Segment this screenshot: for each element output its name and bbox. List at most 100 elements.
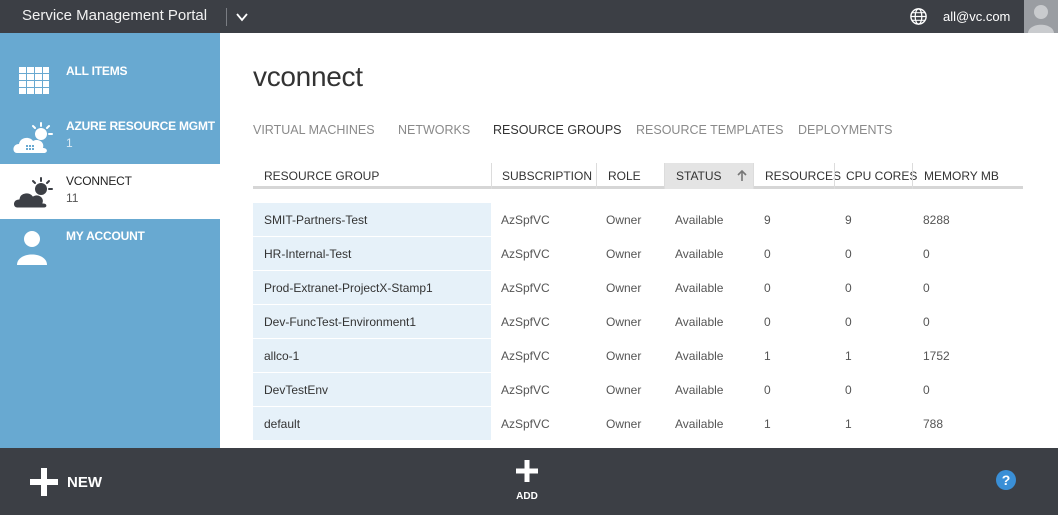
cell-cpu-cores: 0 — [845, 383, 852, 397]
cell-resources: 0 — [764, 383, 771, 397]
help-icon[interactable]: ? — [996, 470, 1016, 490]
cell-resource-group[interactable]: SMIT-Partners-Test — [253, 203, 491, 237]
avatar[interactable] — [1024, 0, 1058, 33]
sidebar-item-label: MY ACCOUNT — [66, 229, 145, 243]
cell-cpu-cores: 0 — [845, 281, 852, 295]
cell-status: Available — [675, 247, 724, 261]
cell-role: Owner — [606, 247, 642, 261]
tab-resource-groups[interactable]: RESOURCE GROUPS — [493, 123, 622, 137]
column-header-role[interactable]: ROLE — [596, 163, 664, 189]
cell-resource-group[interactable]: DevTestEnv — [253, 373, 491, 407]
cell-role: Owner — [606, 213, 642, 227]
cell-subscription: AzSpfVC — [501, 315, 550, 329]
cell-subscription: AzSpfVC — [501, 247, 550, 261]
sidebar-item-all-items[interactable]: ALL ITEMS — [0, 54, 220, 109]
add-button[interactable]: ADD — [508, 458, 546, 504]
sidebar-item-count: 11 — [66, 191, 79, 205]
cell-memory-mb: 0 — [923, 281, 930, 295]
top-bar: Service Management Portal all@vc.com — [0, 0, 1058, 33]
column-header-subscription[interactable]: SUBSCRIPTION — [491, 163, 596, 189]
table-row[interactable]: Prod-Extranet-ProjectX-Stamp1 AzSpfVC Ow… — [253, 271, 1023, 305]
user-avatar-icon — [1028, 5, 1054, 33]
tab-networks[interactable]: NETWORKS — [398, 123, 470, 137]
column-header-memory-mb[interactable]: MEMORY MB — [912, 163, 1023, 189]
column-header-cpu-cores[interactable]: CPU CORES — [834, 163, 917, 189]
cell-cpu-cores: 0 — [845, 247, 852, 261]
sidebar: ALL ITEMS AZURE RESOURCE MGMT 1 VCONNECT… — [0, 33, 220, 448]
tab-deployments[interactable]: DEPLOYMENTS — [798, 123, 892, 137]
cell-resource-group[interactable]: Dev-FuncTest-Environment1 — [253, 305, 491, 339]
page-title: vconnect — [253, 61, 363, 92]
user-email[interactable]: all@vc.com — [943, 9, 1010, 24]
cell-memory-mb: 0 — [923, 247, 930, 261]
table-row[interactable]: HR-Internal-Test AzSpfVC Owner Available… — [253, 237, 1023, 271]
app-title[interactable]: Service Management Portal — [22, 7, 207, 24]
cell-resources: 1 — [764, 417, 771, 431]
cell-status: Available — [675, 349, 724, 363]
add-button-label: ADD — [516, 491, 538, 502]
cell-memory-mb: 8288 — [923, 213, 950, 227]
table-row[interactable]: allco-1 AzSpfVC Owner Available 1 1 1752 — [253, 339, 1023, 373]
table-row[interactable]: SMIT-Partners-Test AzSpfVC Owner Availab… — [253, 203, 1023, 237]
cell-resources: 0 — [764, 281, 771, 295]
new-button[interactable]: NEW — [29, 467, 119, 497]
title-divider — [226, 8, 227, 26]
table-row[interactable]: Dev-FuncTest-Environment1 AzSpfVC Owner … — [253, 305, 1023, 339]
cell-role: Owner — [606, 383, 642, 397]
chevron-down-icon[interactable] — [234, 9, 250, 25]
cell-memory-mb: 0 — [923, 315, 930, 329]
sidebar-item-label: ALL ITEMS — [66, 64, 128, 78]
grid-icon — [19, 67, 49, 94]
cell-resources: 1 — [764, 349, 771, 363]
user-icon — [17, 231, 47, 265]
cell-role: Owner — [606, 417, 642, 431]
sidebar-item-label: VCONNECT — [66, 174, 132, 188]
cell-role: Owner — [606, 315, 642, 329]
cell-resource-group[interactable]: allco-1 — [253, 339, 491, 373]
cell-resources: 0 — [764, 247, 771, 261]
column-header-resource-group[interactable]: RESOURCE GROUP — [253, 163, 491, 189]
tab-resource-templates[interactable]: RESOURCE TEMPLATES — [636, 123, 784, 137]
sort-ascending-icon — [737, 169, 747, 181]
cell-status: Available — [675, 383, 724, 397]
sidebar-item-count: 1 — [66, 136, 73, 150]
cell-memory-mb: 0 — [923, 383, 930, 397]
cell-resource-group[interactable]: default — [253, 407, 491, 441]
table-header: RESOURCE GROUP SUBSCRIPTION ROLE STATUS … — [253, 163, 1023, 189]
column-header-status[interactable]: STATUS — [664, 163, 753, 189]
cell-memory-mb: 1752 — [923, 349, 950, 363]
table-row[interactable]: DevTestEnv AzSpfVC Owner Available 0 0 0 — [253, 373, 1023, 407]
cell-status: Available — [675, 213, 724, 227]
cell-status: Available — [675, 281, 724, 295]
main-content: vconnect VIRTUAL MACHINES NETWORKS RESOU… — [220, 33, 1058, 448]
sidebar-item-my-account[interactable]: MY ACCOUNT — [0, 219, 220, 274]
cell-role: Owner — [606, 281, 642, 295]
new-button-label: NEW — [67, 474, 102, 491]
cloud-sun-icon — [13, 122, 53, 153]
cell-cpu-cores: 9 — [845, 213, 852, 227]
tab-virtual-machines[interactable]: VIRTUAL MACHINES — [253, 123, 375, 137]
globe-icon[interactable] — [909, 7, 928, 26]
cell-resources: 9 — [764, 213, 771, 227]
cell-cpu-cores: 1 — [845, 417, 852, 431]
cell-status: Available — [675, 417, 724, 431]
sidebar-item-label: AZURE RESOURCE MGMT — [66, 119, 215, 133]
column-header-resources[interactable]: RESOURCES — [753, 163, 841, 189]
cell-resources: 0 — [764, 315, 771, 329]
cell-resource-group[interactable]: Prod-Extranet-ProjectX-Stamp1 — [253, 271, 491, 305]
sidebar-item-azure-resource-mgmt[interactable]: AZURE RESOURCE MGMT 1 — [0, 109, 220, 164]
cell-cpu-cores: 1 — [845, 349, 852, 363]
cell-status: Available — [675, 315, 724, 329]
sidebar-item-vconnect[interactable]: VCONNECT 11 — [0, 164, 220, 219]
plus-icon — [516, 460, 538, 482]
cell-memory-mb: 788 — [923, 417, 944, 431]
table-row[interactable]: default AzSpfVC Owner Available 1 1 788 — [253, 407, 1023, 441]
cell-subscription: AzSpfVC — [501, 417, 550, 431]
cell-subscription: AzSpfVC — [501, 213, 550, 227]
cell-resource-group[interactable]: HR-Internal-Test — [253, 237, 491, 271]
plus-icon — [30, 468, 58, 496]
command-bar: NEW ADD ? — [0, 448, 1058, 515]
cell-subscription: AzSpfVC — [501, 281, 550, 295]
cloud-sun-icon — [13, 177, 53, 209]
cell-cpu-cores: 0 — [845, 315, 852, 329]
